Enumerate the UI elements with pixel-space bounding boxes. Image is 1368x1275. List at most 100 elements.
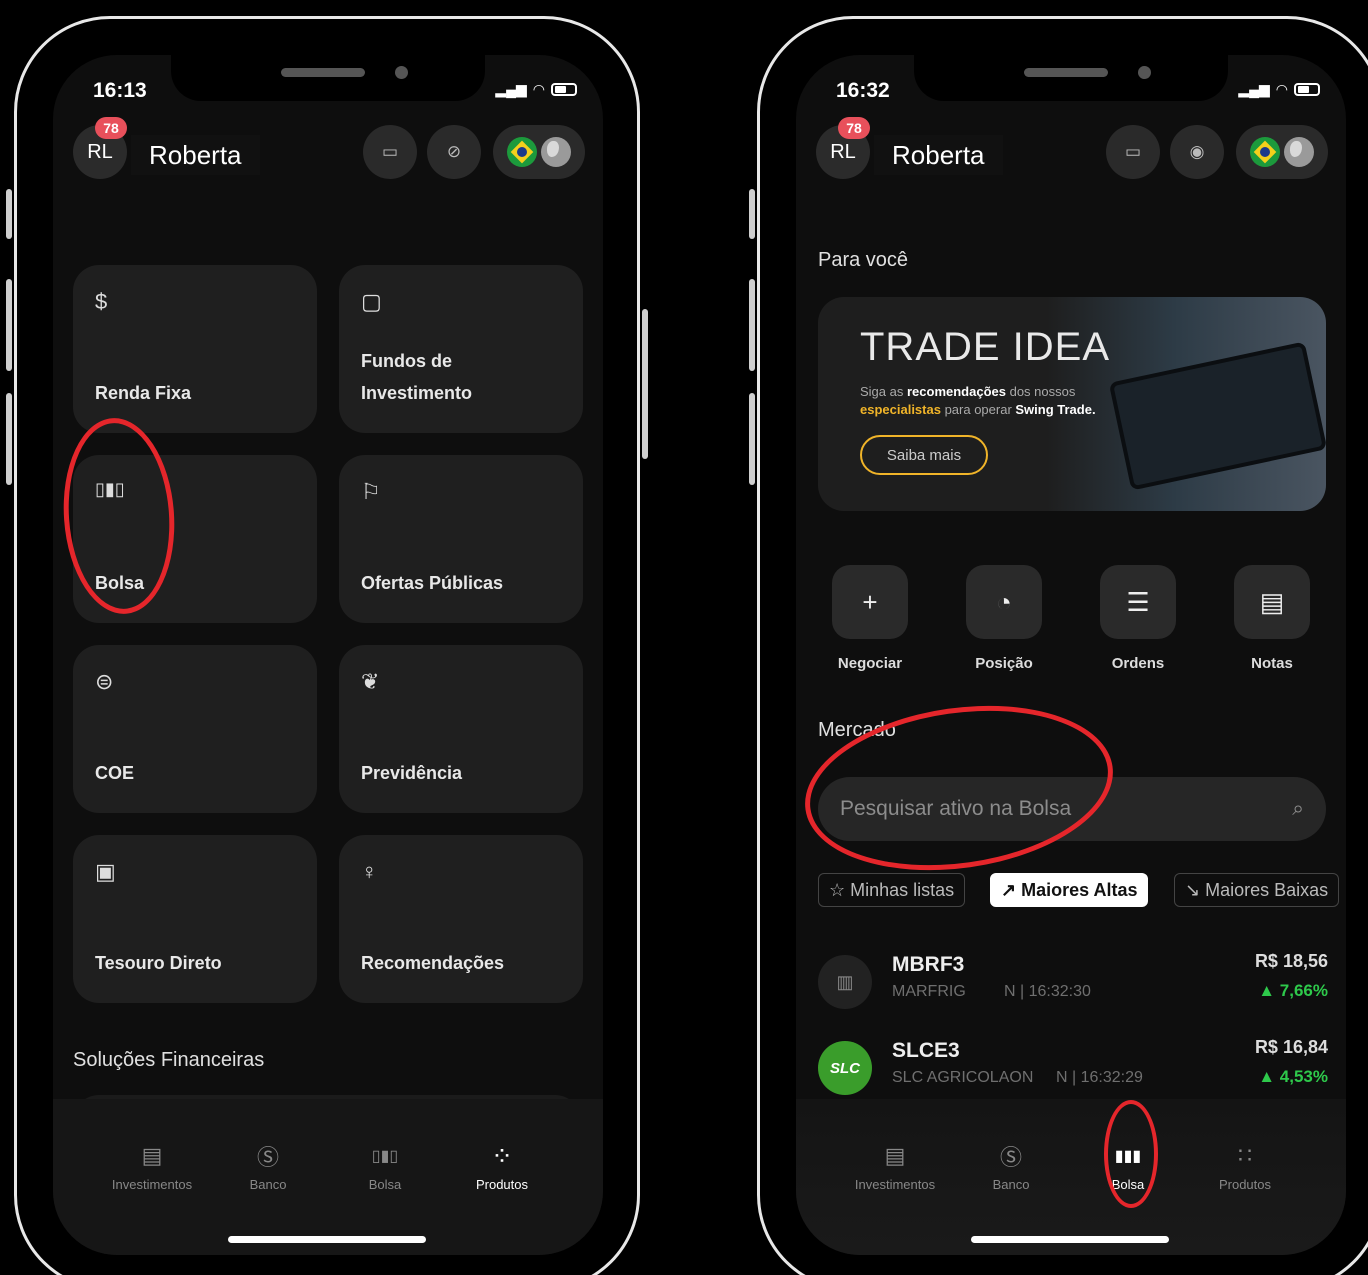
home-indicator (228, 1236, 426, 1243)
notification-badge: 78 (95, 117, 127, 139)
trade-idea-banner[interactable]: TRADE IDEA Siga as recomendações dos nos… (818, 297, 1326, 511)
safe-icon: ▣ (95, 859, 116, 884)
money-bag-icon: $ (95, 289, 108, 314)
tab-bolsa[interactable]: ▯▮▯ Bolsa (330, 1141, 440, 1192)
wifi-icon: ◠ (532, 81, 545, 97)
dollar-icon: Ⓢ (256, 1145, 279, 1170)
tab-produtos[interactable]: ∷ Produtos (1190, 1141, 1300, 1192)
card-fundos[interactable]: ▢ Fundos de Investimento (339, 265, 583, 433)
card-label: Renda Fixa (95, 383, 192, 403)
saiba-mais-button[interactable]: Saiba mais (860, 435, 988, 475)
chat-button[interactable]: ▭ (363, 125, 417, 179)
stock-change: ▲ 4,53% (1258, 1067, 1328, 1086)
card-bolsa[interactable]: ▯▮▯ Bolsa (73, 455, 317, 623)
list-icon: ☰ (1100, 565, 1176, 639)
status-icons: ▂▄▆ ◠ (1238, 81, 1320, 98)
globe-icon (541, 137, 571, 167)
stock-row[interactable]: ▥ MBRF3 MARFRIG N | 16:32:30 R$ 18,56 ▲ … (818, 951, 1328, 1011)
side-button (6, 189, 12, 239)
chart-icon: ▤ (884, 1143, 906, 1168)
tab-bolsa[interactable]: ▮▮▮ Bolsa (1073, 1141, 1183, 1192)
tab-label: Investimentos (111, 1177, 193, 1192)
tab-investimentos[interactable]: ▤ Investimentos (840, 1141, 950, 1192)
tab-label: Produtos (475, 1177, 529, 1192)
notification-badge: 78 (838, 117, 870, 139)
card-coe[interactable]: ⊜ COE (73, 645, 317, 813)
tab-produtos[interactable]: ⁘ Produtos (447, 1141, 557, 1193)
status-icons: ▂▄▆ ◠ (495, 81, 577, 98)
pie-chart-icon: ◔ (966, 565, 1042, 639)
card-ofertas[interactable]: ⚐ Ofertas Públicas (339, 455, 583, 623)
brazil-flag-icon (1250, 137, 1280, 167)
signal-icon: ▂▄▆ (1238, 81, 1270, 97)
candlestick-icon: ▯▮▯ (95, 479, 125, 499)
battery-icon (551, 83, 577, 96)
chat-bubble-icon: ▭ (1124, 142, 1142, 161)
stock-name: SLC AGRICOLAON (892, 1069, 1034, 1086)
search-placeholder: Pesquisar ativo na Bolsa (840, 797, 1072, 820)
card-label: Tesouro Direto (95, 953, 222, 973)
hide-values-button[interactable]: ⊘ (427, 125, 481, 179)
quick-action-notas[interactable]: ▤ Notas (1234, 565, 1310, 672)
stock-change: ▲ 7,66% (1258, 981, 1328, 1000)
card-previdencia[interactable]: ❦ Previdência (339, 645, 583, 813)
chat-bubble-icon: ▭ (381, 142, 399, 161)
tab-label: Bolsa (1111, 1177, 1145, 1192)
username: Roberta (131, 135, 260, 175)
briefcase-icon: ▢ (361, 289, 382, 314)
star-icon: ☆ (829, 879, 851, 900)
leaf-icon: ❦ (361, 669, 380, 694)
tab-bar: ▤ Investimentos Ⓢ Banco ▮▮▮ Bolsa ∷ Prod… (796, 1099, 1346, 1255)
market-title: Mercado (818, 719, 896, 741)
card-renda-fixa[interactable]: $ Renda Fixa (73, 265, 317, 433)
chip-label: Minhas listas (850, 879, 955, 900)
tab-banco[interactable]: Ⓢ Banco (213, 1141, 323, 1192)
notch (171, 55, 485, 101)
stock-symbol: SLCE3 (892, 1039, 960, 1062)
stock-name: MARFRIG (892, 983, 966, 1000)
status-time: 16:13 (93, 79, 147, 102)
candlestick-icon: ▯▮▯ (371, 1148, 399, 1165)
eye-slash-icon: ⊘ (446, 142, 462, 161)
trend-up-icon: ↗ (1001, 879, 1022, 900)
search-icon: ⌕ (1292, 797, 1304, 820)
tab-bar: ▤ Investimentos Ⓢ Banco ▯▮▯ Bolsa ⁘ Prod… (53, 1099, 603, 1255)
region-toggle[interactable] (493, 125, 585, 179)
phone-left: 16:13 ▂▄▆ ◠ RL 78 Roberta ▭ ⊘ $ Renda Fi… (6, 16, 648, 1275)
card-recomendacoes[interactable]: ♀ Recomendações (339, 835, 583, 1003)
status-time: 16:32 (836, 79, 890, 102)
chip-minhas-listas[interactable]: ☆ Minhas listas (818, 873, 966, 907)
chat-button[interactable]: ▭ (1106, 125, 1160, 179)
chip-maiores-altas[interactable]: ↗ Maiores Altas (990, 873, 1149, 907)
quick-action-ordens[interactable]: ☰ Ordens (1100, 565, 1176, 672)
battery-icon (1294, 83, 1320, 96)
search-input[interactable]: Pesquisar ativo na Bolsa ⌕ (818, 777, 1326, 841)
banner-title: TRADE IDEA (860, 325, 1111, 369)
card-tesouro[interactable]: ▣ Tesouro Direto (73, 835, 317, 1003)
brazil-flag-icon (507, 137, 537, 167)
coins-stack-icon: ⊜ (95, 669, 114, 694)
stock-row[interactable]: SLC SLCE3 SLC AGRICOLAON N | 16:32:29 R$… (818, 1037, 1328, 1097)
side-button (6, 279, 12, 371)
quick-action-negociar[interactable]: + Negociar (832, 565, 908, 672)
notch (914, 55, 1228, 101)
globe-icon (1284, 137, 1314, 167)
plus-icon: + (832, 565, 908, 639)
dollar-icon: Ⓢ (999, 1145, 1022, 1170)
lightbulb-icon: ♀ (361, 859, 378, 884)
chip-maiores-baixas[interactable]: ↘ Maiores Baixas (1174, 873, 1340, 907)
screen-left: 16:13 ▂▄▆ ◠ RL 78 Roberta ▭ ⊘ $ Renda Fi… (53, 55, 603, 1255)
show-values-button[interactable]: ◉ (1170, 125, 1224, 179)
avatar-initials: RL (830, 140, 856, 163)
region-toggle[interactable] (1236, 125, 1328, 179)
card-label: Previdência (361, 763, 463, 783)
tab-investimentos[interactable]: ▤ Investimentos (97, 1141, 207, 1192)
stock-time: N | 16:32:30 (1004, 983, 1091, 1000)
screen-right: 16:32 ▂▄▆ ◠ RL 78 Roberta ▭ ◉ Para você … (796, 55, 1346, 1255)
signal-icon: ▂▄▆ (495, 81, 527, 97)
tab-banco[interactable]: Ⓢ Banco (956, 1141, 1066, 1192)
quick-action-label: Notas (1251, 655, 1293, 672)
grid-icon: ∷ (1238, 1143, 1252, 1168)
quick-action-posicao[interactable]: ◔ Posição (966, 565, 1042, 672)
chart-icon: ▤ (141, 1143, 163, 1168)
